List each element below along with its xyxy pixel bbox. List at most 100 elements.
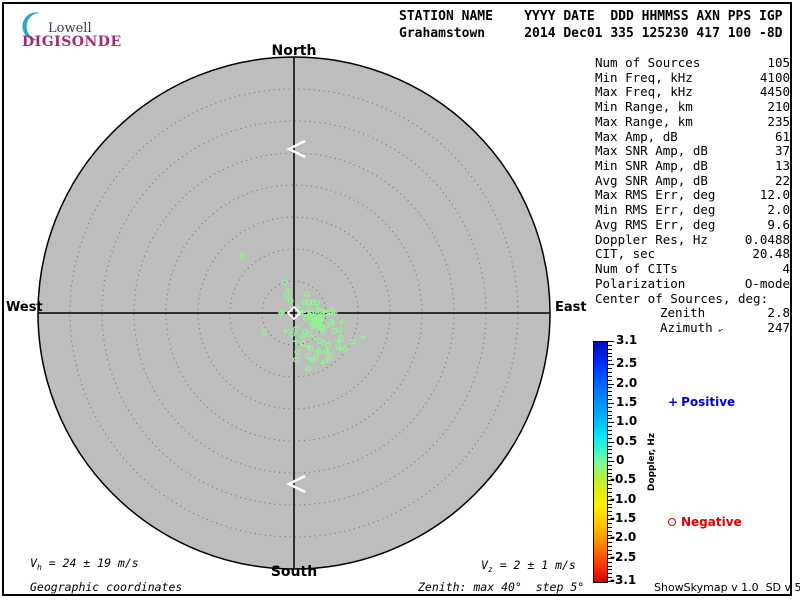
compass-south-label: South [270, 564, 318, 580]
colorbar-minor-tick [608, 438, 612, 439]
stat-row: Center of Sources, deg: [593, 291, 790, 307]
colorbar-minor-tick [608, 345, 612, 346]
stat-label: Min Range, km [595, 99, 693, 115]
stat-row: Num of Sources 105 [593, 55, 790, 71]
showskymap-window: Lowell DIGISONDE STATION NAME YYYY DATE … [0, 0, 800, 600]
measurement-stats-table: Num of Sources 105 Min Freq, kHz 4100 Max Fr… [593, 55, 790, 336]
colorbar-tick-label: -1.5 [610, 511, 637, 525]
positive-doppler-legend: + Positive [668, 395, 735, 409]
colorbar-minor-tick [608, 446, 612, 447]
stat-value: 4 [782, 261, 790, 277]
colorbar-major-tick [608, 422, 614, 423]
colorbar-major-tick [608, 341, 614, 342]
doppler-colorbar [593, 341, 608, 583]
stat-value: 4100 [759, 69, 790, 85]
stat-label: CIT, sec [595, 246, 656, 262]
stat-value: 235 [767, 113, 790, 129]
stat-label: Max Amp, dB [595, 128, 678, 144]
colorbar-tick-label: 0 [616, 453, 625, 467]
stat-value: 61 [774, 128, 790, 144]
colorbar-major-tick [608, 442, 614, 443]
colorbar-tick-label: -2.0 [610, 530, 637, 544]
stat-value: 37 [774, 143, 790, 159]
coordinate-system-label: Geographic coordinates [30, 580, 183, 594]
stat-label: Zenith [660, 305, 706, 321]
stat-row: Avg SNR Amp, dB 22 [593, 172, 790, 189]
stat-label: Min SNR Amp, dB [595, 158, 708, 174]
colorbar-minor-tick [608, 372, 612, 373]
stat-value: 13 [774, 158, 790, 174]
stat-label: Max RMS Err, deg [595, 187, 716, 203]
vz-subscript: z [487, 565, 493, 574]
stat-row: Num of CITs 4 [593, 261, 790, 277]
colorbar-minor-tick [608, 569, 612, 570]
plus-marker-icon: + [668, 395, 679, 409]
stat-value: 20.48 [752, 246, 790, 262]
colorbar-minor-tick [608, 484, 612, 485]
colorbar-minor-tick [608, 395, 612, 396]
stat-value: 210 [767, 99, 790, 115]
horizontal-velocity-value: Vh = 24 ± 19 m/s [30, 556, 139, 572]
colorbar-minor-tick [608, 380, 612, 381]
colorbar-minor-tick [608, 415, 612, 416]
colorbar-minor-tick [608, 542, 612, 543]
colorbar-minor-tick [608, 449, 612, 450]
software-version: ShowSkymap v 1.0 SD v 5.1 [654, 581, 800, 594]
compass-west-label: West [6, 300, 43, 315]
colorbar-minor-tick [608, 376, 612, 377]
colorbar-minor-tick [608, 504, 612, 505]
colorbar-minor-tick [608, 387, 612, 388]
stat-label: Avg SNR Amp, dB [595, 172, 708, 188]
colorbar-minor-tick [608, 488, 612, 489]
colorbar-minor-tick [608, 349, 612, 350]
compass-north-label: North [271, 43, 317, 59]
lowell-digisonde-logo: Lowell DIGISONDE [20, 8, 150, 50]
stat-label: Num of CITs [595, 261, 678, 277]
stat-label: Doppler Res, Hz [595, 231, 708, 247]
colorbar-major-tick [608, 364, 614, 365]
colorbar-minor-tick [608, 457, 612, 458]
stat-row: Zenith 2.8 [593, 305, 790, 321]
stat-row: Min RMS Err, deg 2.0 [593, 202, 790, 218]
stat-label: Num of Sources [595, 55, 701, 70]
stat-label: Azimuth ↙ [593, 320, 725, 336]
colorbar-tick-label: 2.0 [616, 376, 638, 390]
stat-value: 12.0 [759, 187, 790, 203]
stat-value: 2.0 [767, 202, 790, 218]
colorbar-axis-label: Doppler, Hz [647, 432, 657, 492]
colorbar-minor-tick [608, 426, 612, 427]
colorbar-minor-tick [608, 453, 612, 454]
stat-row: Max Amp, dB 61 [593, 128, 790, 145]
stat-row: Doppler Res, Hz 0.0488 [593, 231, 790, 248]
logo-product: DIGISONDE [22, 34, 122, 50]
stat-value: 105 [767, 55, 790, 70]
colorbar-minor-tick [608, 368, 612, 369]
colorbar-tick-label: -2.5 [610, 550, 637, 564]
station-header-values: Grahamstown 2014 Dec01 335 125230 417 10… [399, 26, 783, 41]
colorbar-minor-tick [608, 562, 612, 563]
zenith-scale-note: Zenith: max 40° step 5° [418, 580, 585, 594]
colorbar-tick-label: -3.1 [610, 573, 637, 587]
vh-subscript: h [36, 563, 42, 572]
colorbar-tick-label: -1.0 [610, 492, 637, 506]
colorbar-minor-tick [608, 527, 612, 528]
stat-label: Max Freq, kHz [595, 84, 693, 100]
colorbar-minor-tick [608, 546, 612, 547]
colorbar-major-tick [608, 461, 614, 462]
negative-doppler-legend: Negative [668, 515, 742, 529]
colorbar-minor-tick [608, 356, 612, 357]
stat-value: 4450 [759, 84, 790, 100]
stat-label: Polarization [595, 275, 686, 291]
station-header-columns: STATION NAME YYYY DATE DDD HHMMSS AXN PP… [399, 9, 783, 24]
stat-value: 22 [774, 172, 790, 188]
colorbar-tick-label: 0.5 [616, 434, 638, 448]
positive-legend-label: Positive [681, 395, 736, 409]
stat-row: Avg RMS Err, deg 9.6 [593, 217, 790, 233]
colorbar-minor-tick [608, 465, 612, 466]
colorbar-tick-label: 3.1 [616, 333, 638, 347]
colorbar-minor-tick [608, 507, 612, 508]
stat-value: O-mode [744, 275, 790, 291]
colorbar-tick-label: -0.5 [610, 472, 637, 486]
stat-row: CIT, sec 20.48 [593, 247, 790, 262]
stat-row: Min Range, km 210 [593, 99, 790, 115]
